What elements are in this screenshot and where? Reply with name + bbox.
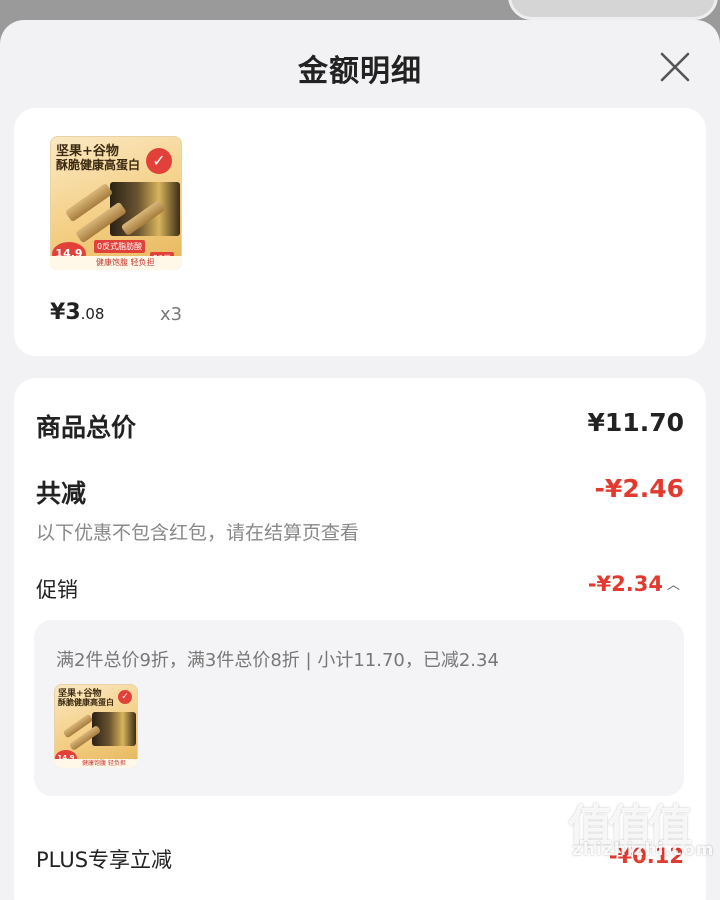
close-button[interactable] [656, 48, 694, 86]
unit-price: ¥3.08 [50, 300, 104, 325]
discount-note: 以下优惠不包含红包，请在结算页查看 [36, 522, 360, 544]
price-integer: 3 [65, 300, 81, 325]
sheet-title: 金额明细 [298, 54, 422, 89]
promo-product-thumbnail[interactable]: 坚果+谷物 酥脆健康高蛋白 ✓ 14.9 健康饱腹 轻负担 [54, 684, 138, 768]
check-badge-icon: ✓ [118, 690, 132, 704]
check-badge-icon: ✓ [146, 148, 172, 174]
promo-label: 促销 [36, 578, 78, 602]
chevron-up-icon: ︿ [666, 578, 680, 593]
thumb-tag: 0反式脂肪酸 [94, 240, 146, 253]
close-icon [660, 52, 690, 82]
thumb-line2: 酥脆健康高蛋白 [58, 698, 114, 707]
price-symbol: ¥ [50, 300, 66, 325]
total-value: ¥11.70 [587, 408, 684, 437]
discount-label: 共减 [36, 479, 87, 508]
price-decimal: .08 [80, 305, 105, 323]
promo-value: -¥2.34 [587, 572, 663, 596]
product-card: 坚果+谷物 酥脆健康高蛋白 ✓ 14.9 0反式脂肪酸 50元 健康饱腹 轻负担… [14, 108, 706, 356]
discount-value: -¥2.46 [594, 474, 684, 503]
promo-detail-text: 满2件总价9折，满3件总价8折 | 小计11.70，已减2.34 [56, 650, 499, 671]
thumb-strip: 健康饱腹 轻负担 [54, 759, 138, 768]
amount-detail-sheet: 金额明细 坚果+谷物 酥脆健康高蛋白 ✓ 14.9 0反式脂肪酸 50元 健康饱… [0, 20, 720, 900]
quantity: x3 [160, 304, 183, 325]
thumb-strip: 健康饱腹 轻负担 [50, 256, 182, 270]
price-summary-card: 商品总价 ¥11.70 共减 -¥2.46 以下优惠不包含红包，请在结算页查看 … [14, 378, 706, 900]
thumb-line2: 酥脆健康高蛋白 [56, 158, 141, 172]
product-thumbnail[interactable]: 坚果+谷物 酥脆健康高蛋白 ✓ 14.9 0反式脂肪酸 50元 健康饱腹 轻负担 [50, 136, 182, 270]
background-search-pill [508, 0, 718, 20]
promo-toggle[interactable]: -¥2.34 ︿ [588, 572, 680, 596]
promo-detail-box: 满2件总价9折，满3件总价8折 | 小计11.70，已减2.34 坚果+谷物 酥… [34, 620, 684, 796]
plus-discount-label: PLUS专享立减 [36, 848, 173, 872]
plus-discount-value: -¥0.12 [608, 844, 684, 868]
total-label: 商品总价 [36, 413, 137, 442]
